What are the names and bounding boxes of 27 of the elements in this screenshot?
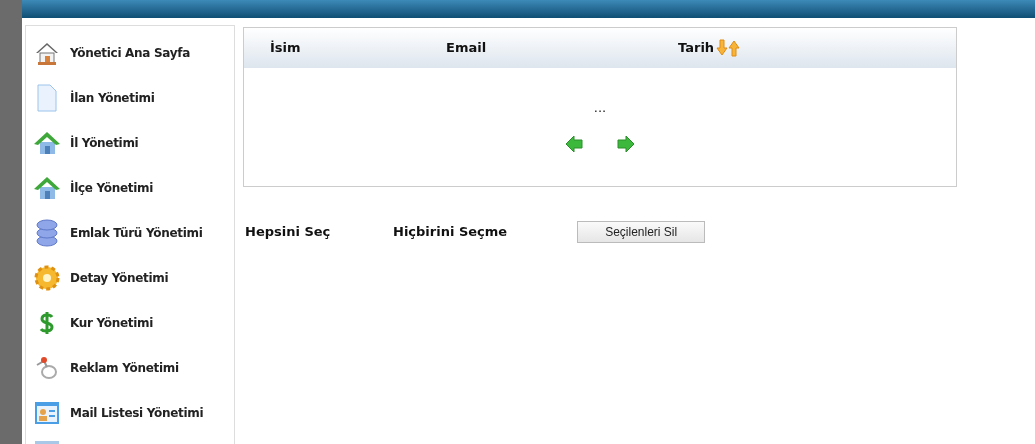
column-header: Email — [446, 39, 487, 58]
column-header[interactable]: Tarih — [678, 38, 715, 58]
sidebar-link[interactable]: Yönetici Ana Sayfa — [70, 43, 190, 62]
sort-arrows-icon[interactable] — [716, 39, 741, 57]
sidebar-link[interactable]: Mail Listesi Yönetimi — [70, 403, 204, 422]
sidebar-link[interactable]: Kur Yönetimi — [70, 313, 154, 332]
dollar-icon — [40, 310, 54, 335]
next-page-button[interactable] — [616, 133, 636, 154]
sidebar-link[interactable]: İlçe Yönetimi — [70, 178, 154, 197]
gear-icon — [34, 264, 60, 291]
sidebar-link[interactable]: Reklam Yönetimi — [70, 358, 179, 377]
delete-selected-button[interactable]: Seçilenleri Sil — [577, 221, 706, 243]
house-icon — [33, 174, 61, 201]
sidebar-link[interactable]: Detay Yönetimi — [70, 268, 169, 287]
sidebar-link[interactable]: Emlak Türü Yönetimi — [70, 223, 203, 242]
sidebar-link[interactable]: İl Yönetimi — [70, 133, 139, 152]
select-link[interactable]: Hepsini Seç — [243, 222, 393, 242]
column-header: İsim — [270, 39, 301, 58]
previous-page-button[interactable] — [564, 133, 584, 154]
contact-card-icon — [34, 399, 60, 426]
database-icon — [36, 218, 58, 247]
empty-row-text: ... — [593, 99, 607, 117]
house-icon — [33, 129, 61, 156]
sidebar-link[interactable]: İlan Yönetimi — [70, 88, 155, 107]
document-icon — [37, 83, 57, 112]
select-link[interactable]: Hiçbirini Seçme — [393, 222, 508, 242]
pushpin-icon — [34, 354, 60, 381]
